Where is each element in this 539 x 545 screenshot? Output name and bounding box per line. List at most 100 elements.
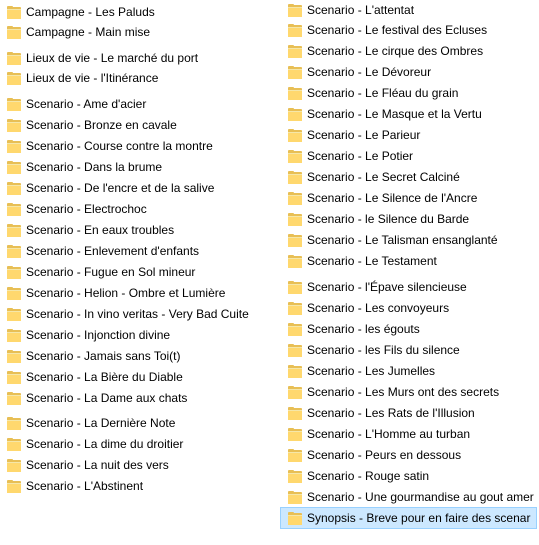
folder-item-lieux-de-vie-l-itinerance[interactable]: Lieux de vie - l'Itinérance [0,68,265,88]
folder-icon [7,416,21,430]
folder-icon [7,223,21,237]
folder-item-scenario-le-fleau-du-grain[interactable]: Scenario - Le Fléau du grain [281,83,536,103]
folder-icon [288,44,302,58]
folder-item-scenario-les-jumelles[interactable]: Scenario - Les Jumelles [281,361,536,381]
folder-item-scenario-le-masque-et-la-vertu[interactable]: Scenario - Le Masque et la Vertu [281,104,536,124]
folder-label: Scenario - Fugue en Sol mineur [26,265,196,279]
folder-icon [288,364,302,378]
folder-label: Scenario - Le Silence de l'Ancre [307,191,478,205]
folder-item-scenario-la-derniere-note[interactable]: Scenario - La Dernière Note [0,413,265,433]
folder-icon [7,244,21,258]
folder-label: Campagne - Les Paluds [26,5,155,19]
folder-icon [7,458,21,472]
folder-icon [7,71,21,85]
folder-icon [7,97,21,111]
folder-icon [288,3,302,17]
folder-item-synopsis-breve-pour-en-faire-des-scenar[interactable]: Synopsis - Breve pour en faire des scena… [280,507,537,529]
folder-icon [7,391,21,405]
folder-label: Scenario - La nuit des vers [26,458,169,472]
folder-item-scenario-l-homme-au-turban[interactable]: Scenario - L'Homme au turban [281,424,536,444]
folder-label: Scenario - Enlevement d'enfants [26,244,200,258]
folder-icon [7,118,21,132]
folder-item-scenario-ame-d-acier[interactable]: Scenario - Ame d'acier [0,94,265,114]
folder-label: Synopsis - Breve pour en faire des scena… [307,511,531,525]
folder-label: Scenario - Le Potier [307,149,414,163]
folder-label: Scenario - Le Masque et la Vertu [307,107,482,121]
folder-icon [288,212,302,226]
folder-item-scenario-la-nuit-des-vers[interactable]: Scenario - La nuit des vers [0,455,265,475]
folder-label: Scenario - l'Épave silencieuse [307,280,467,294]
folder-item-scenario-le-festival-des-ecluses[interactable]: Scenario - Le festival des Ecluses [281,20,536,40]
folder-item-scenario-de-l-encre-et-de-la-salive[interactable]: Scenario - De l'encre et de la salive [0,178,265,198]
folder-label: Scenario - L'attentat [307,3,415,17]
folder-icon [288,86,302,100]
folder-item-scenario-le-silence-de-l-ancre[interactable]: Scenario - Le Silence de l'Ancre [281,188,536,208]
folder-item-scenario-fugue-en-sol-mineur[interactable]: Scenario - Fugue en Sol mineur [0,262,265,282]
folder-item-scenario-rouge-satin[interactable]: Scenario - Rouge satin [281,466,536,486]
folder-item-campagne-main-mise[interactable]: Campagne - Main mise [0,22,265,42]
folder-label: Lieux de vie - l'Itinérance [26,71,159,85]
folder-item-scenario-l-epave-silencieuse[interactable]: Scenario - l'Épave silencieuse [281,277,536,297]
folder-item-scenario-peurs-en-dessous[interactable]: Scenario - Peurs en dessous [281,445,536,465]
folder-item-scenario-le-cirque-des-ombres[interactable]: Scenario - Le cirque des Ombres [281,41,536,61]
folder-item-scenario-les-convoyeurs[interactable]: Scenario - Les convoyeurs [281,298,536,318]
folder-item-scenario-bronze-en-cavale[interactable]: Scenario - Bronze en cavale [0,115,265,135]
folder-item-scenario-electrochoc[interactable]: Scenario - Electrochoc [0,199,265,219]
folder-item-lieux-de-vie-le-marche-du-port[interactable]: Lieux de vie - Le marché du port [0,48,265,68]
folder-icon [288,322,302,336]
folder-label: Scenario - Le cirque des Ombres [307,44,484,58]
folder-label: Scenario - Les Rats de l'Illusion [307,406,475,420]
folder-icon [288,469,302,483]
folder-item-scenario-le-silence-du-barde[interactable]: Scenario - le Silence du Barde [281,209,536,229]
folder-item-scenario-les-egouts[interactable]: Scenario - les égouts [281,319,536,339]
folder-item-scenario-les-rats-de-l-illusion[interactable]: Scenario - Les Rats de l'Illusion [281,403,536,423]
folder-item-scenario-le-parieur[interactable]: Scenario - Le Parieur [281,125,536,145]
folder-label: Scenario - Le Dévoreur [307,65,432,79]
folder-item-scenario-la-dime-du-droitier[interactable]: Scenario - La dime du droitier [0,434,265,454]
folder-item-scenario-le-testament[interactable]: Scenario - Le Testament [281,251,536,271]
folder-icon [7,181,21,195]
folder-label: Scenario - Le Fléau du grain [307,86,459,100]
folder-label: Scenario - Helion - Ombre et Lumière [26,286,226,300]
folder-item-scenario-le-devoreur[interactable]: Scenario - Le Dévoreur [281,62,536,82]
folder-item-scenario-les-fils-du-silence[interactable]: Scenario - les Fils du silence [281,340,536,360]
folder-label: Scenario - L'Homme au turban [307,427,471,441]
folder-item-scenario-la-dame-aux-chats[interactable]: Scenario - La Dame aux chats [0,388,265,408]
folder-icon [288,149,302,163]
folder-item-campagne-les-paluds[interactable]: Campagne - Les Paluds [0,2,265,22]
folder-icon [288,343,302,357]
folder-item-scenario-la-biere-du-diable[interactable]: Scenario - La Bière du Diable [0,367,265,387]
folder-icon [288,128,302,142]
folder-icon [7,370,21,384]
folder-label: Scenario - En eaux troubles [26,223,175,237]
folder-icon [288,23,302,37]
folder-item-scenario-le-secret-calcine[interactable]: Scenario - Le Secret Calciné [281,167,536,187]
folder-item-scenario-l-abstinent[interactable]: Scenario - L'Abstinent [0,476,265,496]
folder-label: Scenario - Jamais sans Toi(t) [26,349,181,363]
folder-item-scenario-jamais-sans-toi-t[interactable]: Scenario - Jamais sans Toi(t) [0,346,265,366]
folder-item-scenario-dans-la-brume[interactable]: Scenario - Dans la brume [0,157,265,177]
folder-icon [7,25,21,39]
folder-item-scenario-course-contre-la-montre[interactable]: Scenario - Course contre la montre [0,136,265,156]
folder-item-scenario-in-vino-veritas-very-bad-cuite[interactable]: Scenario - In vino veritas - Very Bad Cu… [0,304,265,324]
folder-icon [288,65,302,79]
folder-item-scenario-enlevement-d-enfants[interactable]: Scenario - Enlevement d'enfants [0,241,265,261]
folder-label: Scenario - Injonction divine [26,328,171,342]
folder-item-scenario-en-eaux-troubles[interactable]: Scenario - En eaux troubles [0,220,265,240]
folder-label: Scenario - Une gourmandise au gout amer [307,490,534,504]
folder-label: Scenario - Ame d'acier [26,97,147,111]
folder-item-scenario-l-attentat[interactable]: Scenario - L'attentat [281,0,536,20]
folder-item-scenario-une-gourmandise-au-gout-amer[interactable]: Scenario - Une gourmandise au gout amer [281,487,536,507]
folder-icon [288,406,302,420]
folder-icon [7,437,21,451]
folder-item-scenario-les-murs-ont-des-secrets[interactable]: Scenario - Les Murs ont des secrets [281,382,536,402]
folder-icon [7,160,21,174]
folder-item-scenario-injonction-divine[interactable]: Scenario - Injonction divine [0,325,265,345]
folder-label: Scenario - Course contre la montre [26,139,213,153]
folder-item-scenario-le-potier[interactable]: Scenario - Le Potier [281,146,536,166]
folder-label: Scenario - La Bière du Diable [26,370,183,384]
folder-label: Scenario - Les convoyeurs [307,301,450,315]
folder-item-scenario-le-talisman-ensanglante[interactable]: Scenario - Le Talisman ensanglanté [281,230,536,250]
folder-item-scenario-helion-ombre-et-lumiere[interactable]: Scenario - Helion - Ombre et Lumière [0,283,265,303]
folder-icon [7,51,21,65]
